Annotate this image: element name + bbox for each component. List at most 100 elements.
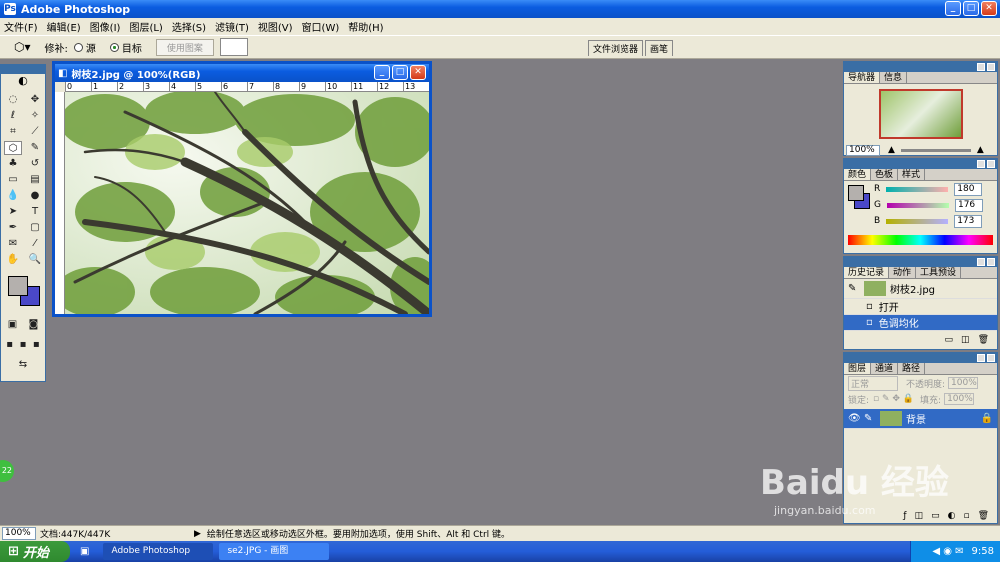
new-document-from-state-icon[interactable]: ▭: [945, 335, 954, 345]
tab-layers[interactable]: 图层: [844, 363, 872, 374]
zoom-out-icon[interactable]: ▲: [888, 145, 895, 155]
menu-window[interactable]: 窗口(W): [302, 19, 340, 34]
maximize-button[interactable]: □: [963, 1, 979, 16]
g-value-field[interactable]: 176: [954, 198, 983, 212]
tray-icons[interactable]: ◀ ◉ ✉: [932, 546, 963, 557]
standard-mode-icon[interactable]: ▣: [4, 318, 21, 332]
status-doc-size[interactable]: 文档:447K/447K: [40, 527, 190, 540]
marquee-icon[interactable]: ◌: [4, 93, 22, 107]
source-radio[interactable]: [73, 42, 83, 52]
brush-icon[interactable]: ✎: [26, 141, 44, 155]
new-layer-icon[interactable]: ▫: [963, 511, 969, 521]
photoshop-eye-icon[interactable]: ◐: [1, 74, 45, 88]
r-slider[interactable]: [886, 186, 949, 192]
brushes-tab[interactable]: 画笔: [645, 40, 674, 56]
panel-close-button[interactable]: [987, 160, 995, 168]
eyedropper-icon[interactable]: ⁄: [26, 237, 44, 251]
task-paint[interactable]: se2.JPG - 画图: [219, 543, 330, 560]
use-pattern-button[interactable]: 使用图案: [155, 38, 214, 56]
floating-badge[interactable]: 22: [0, 460, 14, 482]
blur-icon[interactable]: 💧: [4, 189, 22, 203]
menu-view[interactable]: 视图(V): [258, 19, 293, 34]
foreground-color-swatch[interactable]: [8, 276, 28, 296]
menu-select[interactable]: 选择(S): [172, 19, 206, 34]
screen-mode-3-icon[interactable]: ▪: [31, 338, 42, 352]
zoom-slider[interactable]: [900, 148, 971, 152]
history-brush-icon[interactable]: ↺: [26, 157, 44, 171]
minimize-button[interactable]: _: [945, 1, 961, 16]
tab-swatches[interactable]: 色板: [871, 169, 899, 180]
task-photoshop[interactable]: Adobe Photoshop: [103, 543, 214, 560]
blend-mode-select[interactable]: 正常: [848, 375, 898, 391]
history-item-equalize[interactable]: ▫ 色调均化: [844, 315, 997, 331]
shape-icon[interactable]: ▢: [26, 221, 44, 235]
b-slider[interactable]: [886, 218, 949, 224]
gradient-icon[interactable]: ▤: [26, 173, 44, 187]
pattern-swatch[interactable]: [219, 38, 248, 56]
close-button[interactable]: ✕: [981, 1, 997, 16]
new-snapshot-icon[interactable]: ◫: [961, 335, 970, 345]
tab-paths[interactable]: 路径: [898, 363, 926, 374]
panel-close-button[interactable]: [987, 63, 995, 71]
panel-close-button[interactable]: [987, 354, 995, 362]
dodge-icon[interactable]: ●: [26, 189, 44, 203]
path-select-icon[interactable]: ➤: [4, 205, 22, 219]
doc-maximize-button[interactable]: □: [392, 65, 408, 80]
menu-file[interactable]: 文件(F): [4, 19, 38, 34]
fill-field[interactable]: 100%: [944, 393, 975, 405]
color-ramp[interactable]: [848, 235, 993, 245]
doc-close-button[interactable]: ✕: [410, 65, 426, 80]
screen-mode-1-icon[interactable]: ▪: [4, 338, 15, 352]
panel-minimize-button[interactable]: [977, 354, 985, 362]
patch-tool-icon[interactable]: ⬡▾: [14, 40, 31, 54]
jump-to-imageready-icon[interactable]: ⇆: [4, 358, 42, 372]
tab-tool-presets[interactable]: 工具预设: [916, 267, 962, 278]
crop-icon[interactable]: ⌗: [4, 125, 22, 139]
tab-channels[interactable]: 通道: [871, 363, 899, 374]
doc-minimize-button[interactable]: _: [374, 65, 390, 80]
lasso-icon[interactable]: ℓ: [4, 109, 22, 123]
notes-icon[interactable]: ✉: [4, 237, 22, 251]
panel-minimize-button[interactable]: [977, 160, 985, 168]
menu-help[interactable]: 帮助(H): [348, 19, 383, 34]
history-snapshot[interactable]: ✎ 树枝2.jpg: [844, 279, 997, 299]
tree-canopy-image[interactable]: [65, 92, 429, 314]
zoom-in-icon[interactable]: ▲: [977, 145, 984, 155]
tab-history[interactable]: 历史记录: [844, 267, 890, 278]
file-browser-tab[interactable]: 文件浏览器: [588, 40, 644, 56]
r-value-field[interactable]: 180: [954, 182, 983, 196]
opacity-field[interactable]: 100%: [948, 377, 979, 389]
screen-mode-2-icon[interactable]: ▪: [17, 338, 28, 352]
stamp-icon[interactable]: ♣: [4, 157, 22, 171]
hand-icon[interactable]: ✋: [4, 253, 22, 267]
quick-mask-icon[interactable]: ◙: [25, 318, 42, 332]
pen-icon[interactable]: ✒: [4, 221, 22, 235]
document-title-bar[interactable]: ◧ 树枝2.jpg @ 100%(RGB) _ □ ✕: [55, 64, 429, 82]
navigator-zoom-field[interactable]: 100%: [846, 144, 880, 156]
navigator-thumbnail[interactable]: [878, 89, 963, 139]
destination-radio[interactable]: [109, 42, 119, 52]
panel-minimize-button[interactable]: [977, 63, 985, 71]
tab-color[interactable]: 颜色: [844, 169, 872, 180]
panel-close-button[interactable]: [987, 258, 995, 266]
menu-image[interactable]: 图像(I): [90, 19, 121, 34]
layer-visibility-eye-icon[interactable]: 👁: [848, 413, 861, 424]
status-arrow-icon[interactable]: ▶: [194, 529, 201, 539]
b-value-field[interactable]: 173: [954, 214, 983, 228]
delete-layer-icon[interactable]: 🗑: [978, 511, 989, 521]
color-fg-swatch[interactable]: [848, 185, 864, 201]
move-icon[interactable]: ✥: [26, 93, 44, 107]
tab-styles[interactable]: 样式: [898, 169, 926, 180]
type-icon[interactable]: T: [26, 205, 44, 219]
eraser-icon[interactable]: ▭: [4, 173, 22, 187]
menu-edit[interactable]: 编辑(E): [47, 19, 81, 34]
history-item-open[interactable]: ▫ 打开: [844, 299, 997, 315]
start-button[interactable]: ⊞ 开始: [0, 541, 70, 562]
menu-layer[interactable]: 图层(L): [129, 19, 162, 34]
status-zoom-field[interactable]: 100%: [2, 527, 36, 540]
tab-actions[interactable]: 动作: [889, 267, 917, 278]
quicklaunch-desktop-icon[interactable]: ▣: [80, 546, 89, 557]
delete-state-icon[interactable]: 🗑: [978, 335, 989, 345]
menu-filter[interactable]: 滤镜(T): [215, 19, 249, 34]
tab-navigator[interactable]: 导航器: [844, 72, 881, 83]
